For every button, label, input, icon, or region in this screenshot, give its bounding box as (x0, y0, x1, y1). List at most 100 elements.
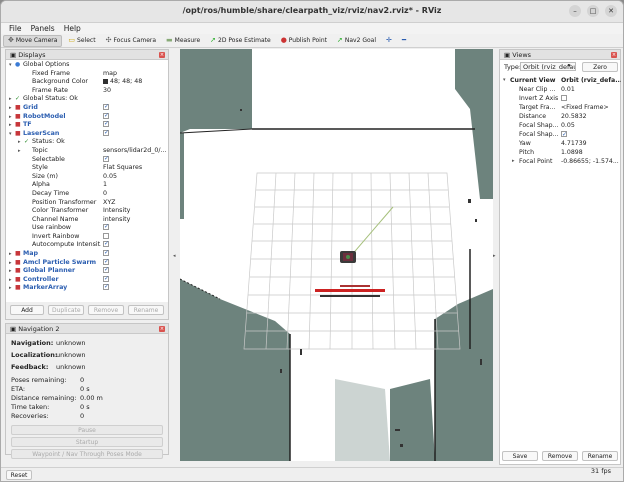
collapse-arrow-icon[interactable]: ▸ (9, 95, 12, 104)
close-panel-icon[interactable]: × (611, 52, 617, 58)
maximize-icon[interactable]: □ (587, 5, 599, 17)
display-tree-row[interactable]: Alpha 1 (6, 181, 168, 190)
add-button[interactable]: Add (10, 305, 44, 315)
display-value[interactable]: 0.05 (103, 173, 169, 182)
enable-checkbox[interactable] (103, 112, 109, 120)
display-tree-row[interactable]: Color Transformer Intensity (6, 207, 168, 216)
collapse-arrow-icon[interactable]: ▸ (9, 250, 12, 259)
remove-view-button[interactable]: Remove (542, 451, 578, 461)
display-tree-row[interactable]: ▸ ■ Global Planner (6, 267, 168, 276)
display-value[interactable] (103, 103, 169, 113)
view-property-value[interactable]: -0.86655; -1.574... (561, 157, 621, 166)
select-tool[interactable]: ▭ Select (64, 35, 99, 47)
collapse-right-icon[interactable]: ▸ (493, 253, 496, 259)
display-tree-row[interactable]: Background Color 48; 48; 48 (6, 78, 168, 87)
expand-arrow-icon[interactable]: ▾ (9, 130, 12, 139)
display-value[interactable]: 48; 48; 48 (103, 78, 169, 87)
enable-checkbox[interactable] (103, 224, 109, 232)
remove-button[interactable]: Remove (88, 305, 124, 315)
display-value[interactable] (103, 224, 169, 233)
pose-estimate-tool[interactable]: ➚ 2D Pose Estimate (206, 35, 275, 47)
expand-arrow-icon[interactable]: ▸ (512, 157, 515, 166)
view-property-value[interactable] (561, 94, 621, 103)
add-tool-button[interactable]: ✛ (382, 35, 396, 47)
view-property-value[interactable]: 0.05 (561, 121, 621, 130)
display-tree-row[interactable]: ▸ ■ TF (6, 121, 168, 130)
close-panel-icon[interactable]: × (159, 326, 165, 332)
display-tree-row[interactable]: ▸ Topic sensors/lidar2d_0/... (6, 147, 168, 156)
pause-button[interactable]: Pause (11, 425, 163, 435)
view-property-value[interactable]: 4.71739 (561, 139, 621, 148)
display-value[interactable]: Intensity (103, 207, 169, 216)
collapse-arrow-icon[interactable]: ▸ (9, 259, 12, 268)
display-tree-row[interactable]: Frame Rate 30 (6, 87, 168, 96)
menu-file[interactable]: File (9, 23, 22, 34)
display-tree-row[interactable]: Autocompute Intensit... (6, 241, 168, 250)
display-tree-row[interactable]: Decay Time 0 (6, 190, 168, 199)
collapse-arrow-icon[interactable]: ▸ (9, 276, 12, 285)
enable-checkbox[interactable] (103, 250, 109, 258)
view-property-row[interactable]: ▸ Focal Point -0.86655; -1.574... (500, 157, 620, 166)
display-tree-row[interactable]: ▸ ■ Grid (6, 103, 169, 113)
display-value[interactable] (103, 258, 169, 268)
collapse-arrow-icon[interactable]: ▸ (9, 284, 12, 293)
view-property-row[interactable]: Near Clip ... 0.01 (500, 85, 620, 94)
display-tree-row[interactable]: ▸ ■ Amcl Particle Swarm (6, 258, 169, 268)
nav2-goal-tool[interactable]: ➚ Nav2 Goal (333, 35, 380, 47)
startup-button[interactable]: Startup (11, 437, 163, 447)
enable-checkbox[interactable] (103, 267, 109, 275)
display-tree-row[interactable]: ▸ ■ MarkerArray (6, 284, 168, 293)
display-value[interactable] (103, 155, 169, 165)
enable-checkbox[interactable] (103, 121, 109, 129)
expand-arrow-icon[interactable]: ▾ (503, 76, 506, 85)
publish-point-tool[interactable]: ● Publish Point (277, 35, 331, 47)
zero-button[interactable]: Zero (582, 62, 618, 72)
display-value[interactable]: map (103, 70, 169, 79)
display-tree-row[interactable]: ▸ ■ RobotModel (6, 112, 169, 122)
view-property-row[interactable]: Target Fra... <Fixed Frame> (500, 103, 620, 112)
view-property-row[interactable]: Yaw 4.71739 (500, 139, 620, 148)
display-value[interactable] (103, 129, 169, 139)
display-tree-row[interactable]: ▾ ■ LaserScan (6, 129, 169, 139)
collapse-arrow-icon[interactable]: ▸ (9, 121, 12, 130)
display-value[interactable] (103, 267, 169, 276)
display-value[interactable] (103, 112, 169, 122)
measure-tool[interactable]: ▬ Measure (162, 35, 204, 47)
view-property-value[interactable]: 1.0898 (561, 148, 621, 157)
close-icon[interactable]: ✕ (605, 5, 617, 17)
view-property-row[interactable]: Invert Z Axis (500, 94, 620, 103)
view-property-value[interactable]: 20.5832 (561, 112, 621, 121)
display-value[interactable] (103, 284, 169, 293)
rename-button[interactable]: Rename (128, 305, 164, 315)
display-value[interactable]: 30 (103, 87, 169, 96)
display-value[interactable] (103, 241, 169, 250)
render-viewport[interactable] (180, 49, 493, 461)
enable-checkbox[interactable] (103, 129, 109, 137)
view-property-value[interactable]: Orbit (rviz_defa... (561, 76, 621, 85)
display-value[interactable]: intensity (103, 216, 169, 225)
enable-checkbox[interactable] (103, 103, 109, 112)
move-camera-tool[interactable]: ✥ Move Camera (3, 34, 63, 47)
enable-checkbox[interactable] (103, 275, 109, 283)
collapse-left-icon[interactable]: ◂ (173, 253, 176, 259)
view-property-row[interactable]: Distance 20.5832 (500, 112, 620, 121)
view-property-row[interactable]: Focal Shap... (500, 130, 620, 139)
display-tree-row[interactable]: Invert Rainbow (6, 232, 168, 242)
view-checkbox[interactable] (561, 95, 567, 101)
remove-tool-button[interactable]: ━ (398, 35, 410, 47)
view-property-value[interactable]: <Fixed Frame> (561, 103, 621, 112)
display-value[interactable]: Flat Squares (103, 164, 169, 173)
display-tree-row[interactable]: ▸ ■ Map (6, 250, 168, 259)
collapse-arrow-icon[interactable]: ▸ (9, 113, 12, 122)
expand-arrow-icon[interactable]: ▾ (9, 61, 12, 70)
menu-help[interactable]: Help (64, 23, 81, 34)
close-panel-icon[interactable]: × (159, 52, 165, 58)
display-value[interactable]: XYZ (103, 199, 169, 208)
display-tree-row[interactable]: Selectable (6, 155, 169, 165)
display-tree-row[interactable]: Style Flat Squares (6, 164, 168, 173)
display-tree-row[interactable]: Fixed Frame map (6, 70, 168, 79)
view-property-row[interactable]: Pitch 1.0898 (500, 148, 620, 157)
display-value[interactable]: 1 (103, 181, 169, 190)
display-value[interactable] (103, 121, 169, 130)
display-tree-row[interactable]: Size (m) 0.05 (6, 173, 168, 182)
